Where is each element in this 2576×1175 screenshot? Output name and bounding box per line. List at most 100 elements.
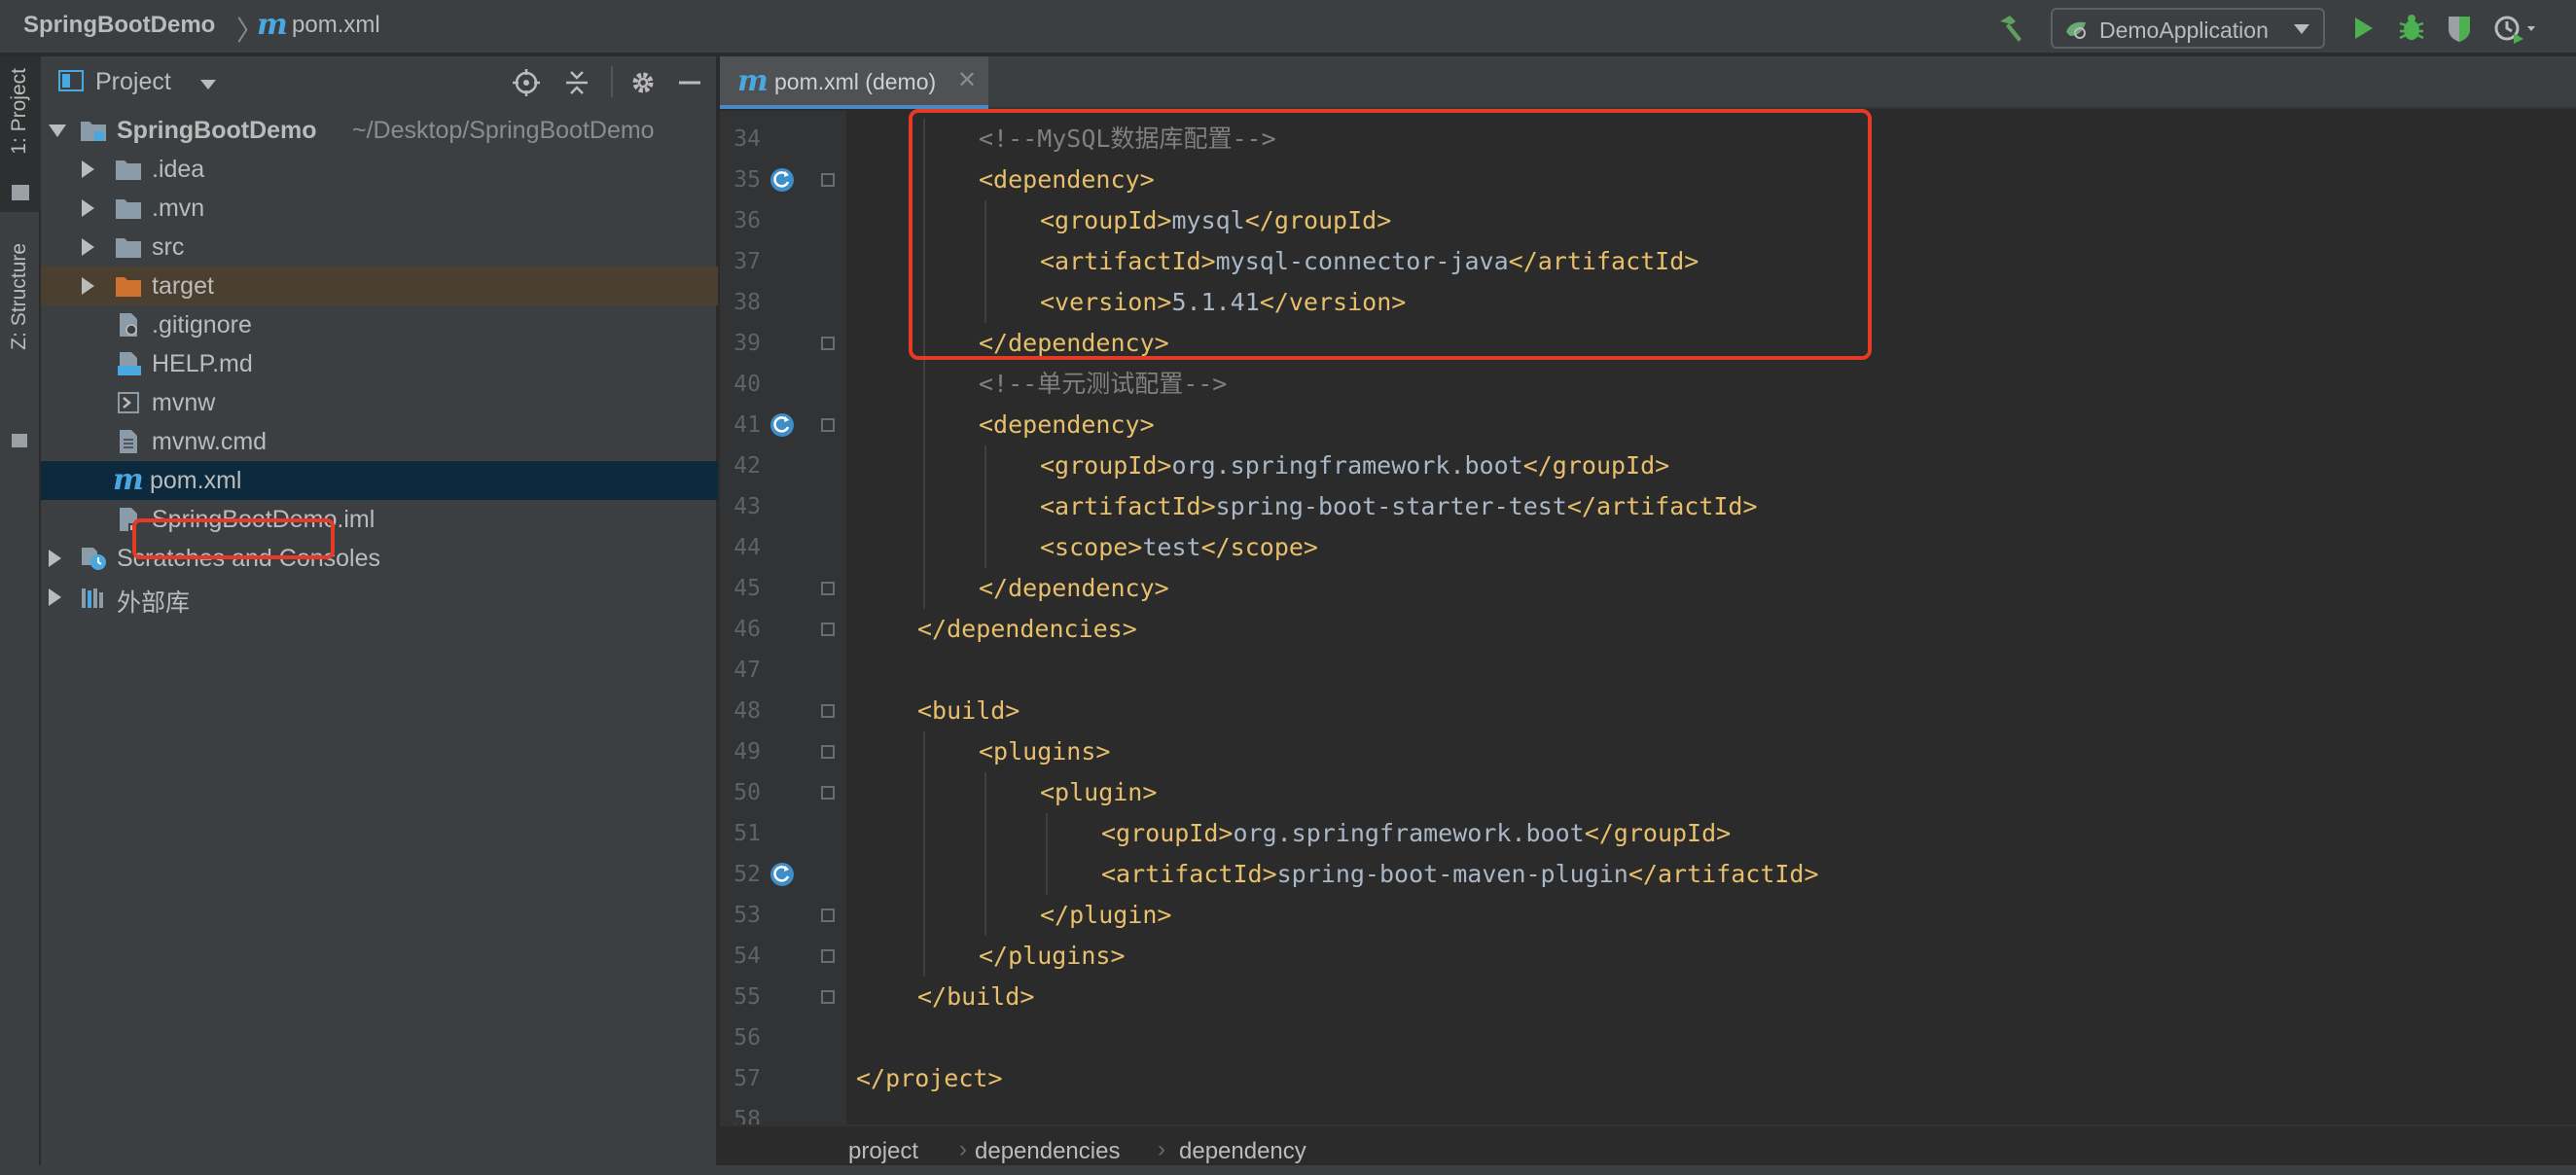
tree-item-mvn[interactable]: .mvn bbox=[41, 189, 718, 228]
chevron-right-icon[interactable] bbox=[49, 550, 61, 567]
collapse-all-icon[interactable] bbox=[562, 68, 591, 97]
fold-marker[interactable] bbox=[821, 582, 835, 595]
close-icon[interactable]: ✕ bbox=[957, 66, 977, 94]
tree-item-idea[interactable]: .idea bbox=[41, 150, 718, 189]
xml-tag: <plugin> bbox=[1040, 778, 1158, 806]
fold-marker[interactable] bbox=[821, 990, 835, 1004]
structure-icon bbox=[12, 434, 27, 447]
gear-icon[interactable] bbox=[628, 68, 658, 97]
line-number: 57 bbox=[733, 1066, 761, 1091]
gitignore-file-icon bbox=[120, 313, 137, 337]
tree-item-mvnw[interactable]: mvnw bbox=[41, 383, 718, 422]
run-configuration-dropdown[interactable]: DemoApplication bbox=[2051, 8, 2325, 49]
tool-tab-project[interactable]: 1: Project bbox=[0, 56, 41, 212]
tree-item-label: target bbox=[152, 272, 214, 300]
chevron-right-icon[interactable] bbox=[82, 199, 94, 217]
breadcrumb-dependencies[interactable]: dependencies bbox=[975, 1138, 1120, 1165]
fold-marker[interactable] bbox=[821, 908, 835, 922]
hammer-icon[interactable] bbox=[1994, 12, 2027, 45]
fold-marker[interactable] bbox=[821, 173, 835, 187]
folder-icon bbox=[12, 185, 29, 200]
chevron-right-icon[interactable] bbox=[82, 160, 94, 178]
indent-guide bbox=[984, 813, 986, 854]
line-number: 45 bbox=[733, 576, 761, 601]
gutter-update-icon[interactable] bbox=[769, 165, 798, 195]
code-line: </project> bbox=[856, 1058, 1003, 1099]
tree-item-label: HELP.md bbox=[152, 350, 253, 377]
fold-marker[interactable] bbox=[821, 745, 835, 759]
project-panel-title[interactable]: Project bbox=[95, 68, 171, 96]
tree-item-target[interactable]: target bbox=[41, 267, 718, 305]
xml-tag: </plugin> bbox=[1040, 901, 1172, 929]
tree-item-label: pom.xml bbox=[150, 467, 242, 494]
xml-open-tag: <scope> bbox=[1040, 533, 1143, 561]
xml-tag: <build> bbox=[917, 696, 1020, 725]
indent-guide bbox=[923, 527, 925, 568]
line-number: 49 bbox=[733, 739, 761, 765]
line-number: 38 bbox=[733, 290, 761, 315]
folder-icon bbox=[116, 160, 141, 180]
tool-tab-structure[interactable]: Z: Structure bbox=[0, 231, 41, 465]
run-icon[interactable] bbox=[2346, 12, 2379, 45]
code-line: <plugins> bbox=[923, 731, 1110, 772]
indent-guide bbox=[923, 568, 925, 609]
breadcrumb-dependency[interactable]: dependency bbox=[1179, 1138, 1306, 1165]
fold-marker[interactable] bbox=[821, 786, 835, 800]
tree-item-label: .mvn bbox=[152, 195, 205, 222]
fold-marker[interactable] bbox=[821, 337, 835, 350]
line-number: 46 bbox=[733, 617, 761, 642]
gutter-update-icon[interactable] bbox=[769, 410, 798, 440]
chevron-down-icon[interactable] bbox=[49, 125, 66, 137]
indent-guide bbox=[984, 486, 986, 527]
code-line: <artifactId>spring-boot-maven-plugin</ar… bbox=[923, 854, 1819, 895]
profile-icon[interactable] bbox=[2492, 12, 2539, 45]
locate-icon[interactable] bbox=[512, 68, 541, 97]
chevron-down-icon[interactable] bbox=[200, 80, 216, 89]
annotation-highlight-box bbox=[909, 109, 1872, 360]
tree-item-label: .idea bbox=[152, 156, 205, 183]
editor-gutter: 34 35 36 37 38 39 40 41 42 43 44 45 46 47 48 49 50 51 52 53… bbox=[720, 111, 846, 1175]
tree-item-root[interactable]: SpringBootDemo ~/Desktop/SpringBootDemo bbox=[41, 111, 718, 150]
code-line: </plugin> bbox=[923, 895, 1172, 936]
fold-marker[interactable] bbox=[821, 949, 835, 963]
coverage-icon[interactable] bbox=[2444, 12, 2477, 45]
xml-text-value: org.springframework.boot bbox=[1233, 819, 1585, 847]
chevron-right-icon[interactable] bbox=[82, 277, 94, 295]
indent-guide bbox=[923, 772, 925, 813]
fold-marker[interactable] bbox=[821, 623, 835, 636]
tree-item-help-md[interactable]: HELP.md bbox=[41, 344, 718, 383]
fold-marker[interactable] bbox=[821, 704, 835, 718]
code-line: <plugin> bbox=[923, 772, 1158, 813]
indent-guide bbox=[984, 527, 986, 568]
breadcrumb-file[interactable]: pom.xml bbox=[292, 12, 380, 39]
editor-tab-bar: m pom.xml (demo) ✕ bbox=[720, 56, 2576, 109]
tool-window-stripe: 1: Project Z: Structure bbox=[0, 56, 41, 1165]
tree-item-src[interactable]: src bbox=[41, 228, 718, 267]
indent-guide bbox=[923, 405, 925, 445]
gutter-update-icon[interactable] bbox=[769, 860, 798, 889]
breadcrumb-separator: › bbox=[959, 1136, 967, 1162]
chevron-right-icon[interactable] bbox=[49, 588, 61, 606]
code-line: <scope>test</scope> bbox=[923, 527, 1318, 568]
tree-item-label: SpringBootDemo bbox=[117, 117, 317, 144]
maven-file-icon: m bbox=[737, 64, 769, 98]
tree-item-pom-xml[interactable]: m pom.xml bbox=[41, 461, 718, 500]
xml-comment: <!--单元测试配置--> bbox=[979, 370, 1228, 398]
tree-item-external-libraries[interactable]: 外部库 bbox=[41, 578, 718, 617]
code-line: <!--单元测试配置--> bbox=[923, 364, 1228, 405]
chevron-right-icon[interactable] bbox=[82, 238, 94, 256]
text-file-icon bbox=[120, 430, 137, 453]
status-bar bbox=[0, 1165, 2576, 1175]
line-number: 35 bbox=[733, 167, 761, 193]
debug-icon[interactable] bbox=[2395, 12, 2428, 45]
xml-open-tag: <artifactId> bbox=[1101, 860, 1277, 888]
tree-item-mvnw-cmd[interactable]: mvnw.cmd bbox=[41, 422, 718, 461]
tree-item-gitignore[interactable]: .gitignore bbox=[41, 305, 718, 344]
fold-marker[interactable] bbox=[821, 418, 835, 432]
markdown-file-icon bbox=[118, 352, 141, 375]
minimize-icon[interactable] bbox=[675, 68, 704, 97]
breadcrumb-project[interactable]: project bbox=[848, 1138, 918, 1165]
tree-item-label: 外部库 bbox=[117, 589, 191, 617]
editor-tab-pom-xml[interactable]: m pom.xml (demo) ✕ bbox=[720, 56, 988, 109]
breadcrumb-project[interactable]: SpringBootDemo bbox=[23, 12, 215, 39]
